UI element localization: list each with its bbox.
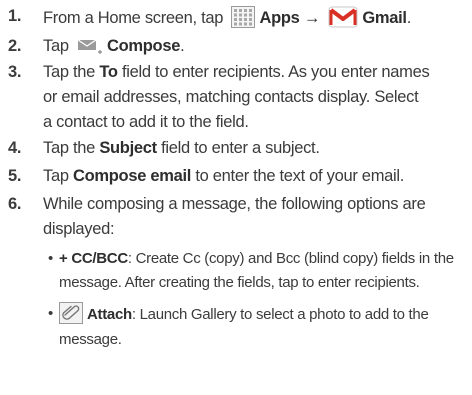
- text-line: or email addresses, matching contacts di…: [43, 88, 419, 106]
- attach-label: Attach: [87, 306, 132, 323]
- step-2-prefix: Tap: [43, 37, 69, 55]
- text-line: While composing a message, the following…: [43, 195, 426, 213]
- text-line: message. After creating the fields, tap …: [59, 274, 420, 291]
- step-number: 5.: [8, 167, 22, 185]
- text-run: to enter the text of your email.: [191, 167, 405, 185]
- text-run: Tap: [43, 167, 73, 185]
- text-line: displayed:: [43, 220, 115, 238]
- option-text: Attach: Launch Gallery to select a photo…: [59, 302, 470, 352]
- step-text: From a Home screen, tap Apps → Gmail.: [43, 4, 468, 29]
- subject-field-label: Subject: [99, 139, 157, 157]
- gmail-label: Gmail: [362, 9, 407, 27]
- compose-email-label: Compose email: [73, 167, 192, 185]
- text-line: message.: [59, 331, 122, 348]
- to-field-label: To: [99, 63, 118, 81]
- text-run: : Launch Gallery to select a photo to ad…: [131, 306, 429, 323]
- bullet: •: [48, 305, 53, 322]
- step-text: Tap Compose.: [43, 34, 468, 59]
- step-number: 1.: [8, 7, 22, 25]
- cc-bcc-label: + CC/BCC: [59, 250, 128, 267]
- text-run: : Create Cc (copy) and Bcc (blind copy) …: [127, 250, 454, 267]
- apps-label: Apps: [259, 9, 300, 27]
- gmail-icon: [328, 4, 358, 36]
- text-run: Tap the: [43, 63, 100, 81]
- step-number: 2.: [8, 37, 22, 55]
- apps-grid-icon: [231, 6, 256, 36]
- step-text: Tap Compose email to enter the text of y…: [43, 164, 468, 189]
- step-number: 3.: [8, 63, 22, 81]
- text-run: field to enter a subject.: [156, 139, 320, 157]
- step-text: Tap the To field to enter recipients. As…: [43, 60, 468, 135]
- instruction-document: 1. From a Home screen, tap Apps → Gmail.…: [0, 0, 472, 395]
- arrow: →: [303, 9, 321, 27]
- text-line: a contact to add it to the field.: [43, 113, 249, 131]
- step-text: Tap the Subject field to enter a subject…: [43, 136, 468, 161]
- step-2-suffix: .: [180, 37, 185, 55]
- option-text: + CC/BCC: Create Cc (copy) and Bcc (blin…: [59, 247, 470, 295]
- step-text: While composing a message, the following…: [43, 192, 468, 242]
- compose-label: Compose: [107, 37, 181, 55]
- text-run: Tap the: [43, 139, 100, 157]
- step-number: 6.: [8, 195, 22, 213]
- step-1-prefix: From a Home screen, tap: [43, 9, 224, 27]
- bullet: •: [48, 250, 53, 267]
- text-run: field to enter recipients. As you enter …: [117, 63, 430, 81]
- step-1-suffix: .: [406, 9, 412, 27]
- step-number: 4.: [8, 139, 22, 157]
